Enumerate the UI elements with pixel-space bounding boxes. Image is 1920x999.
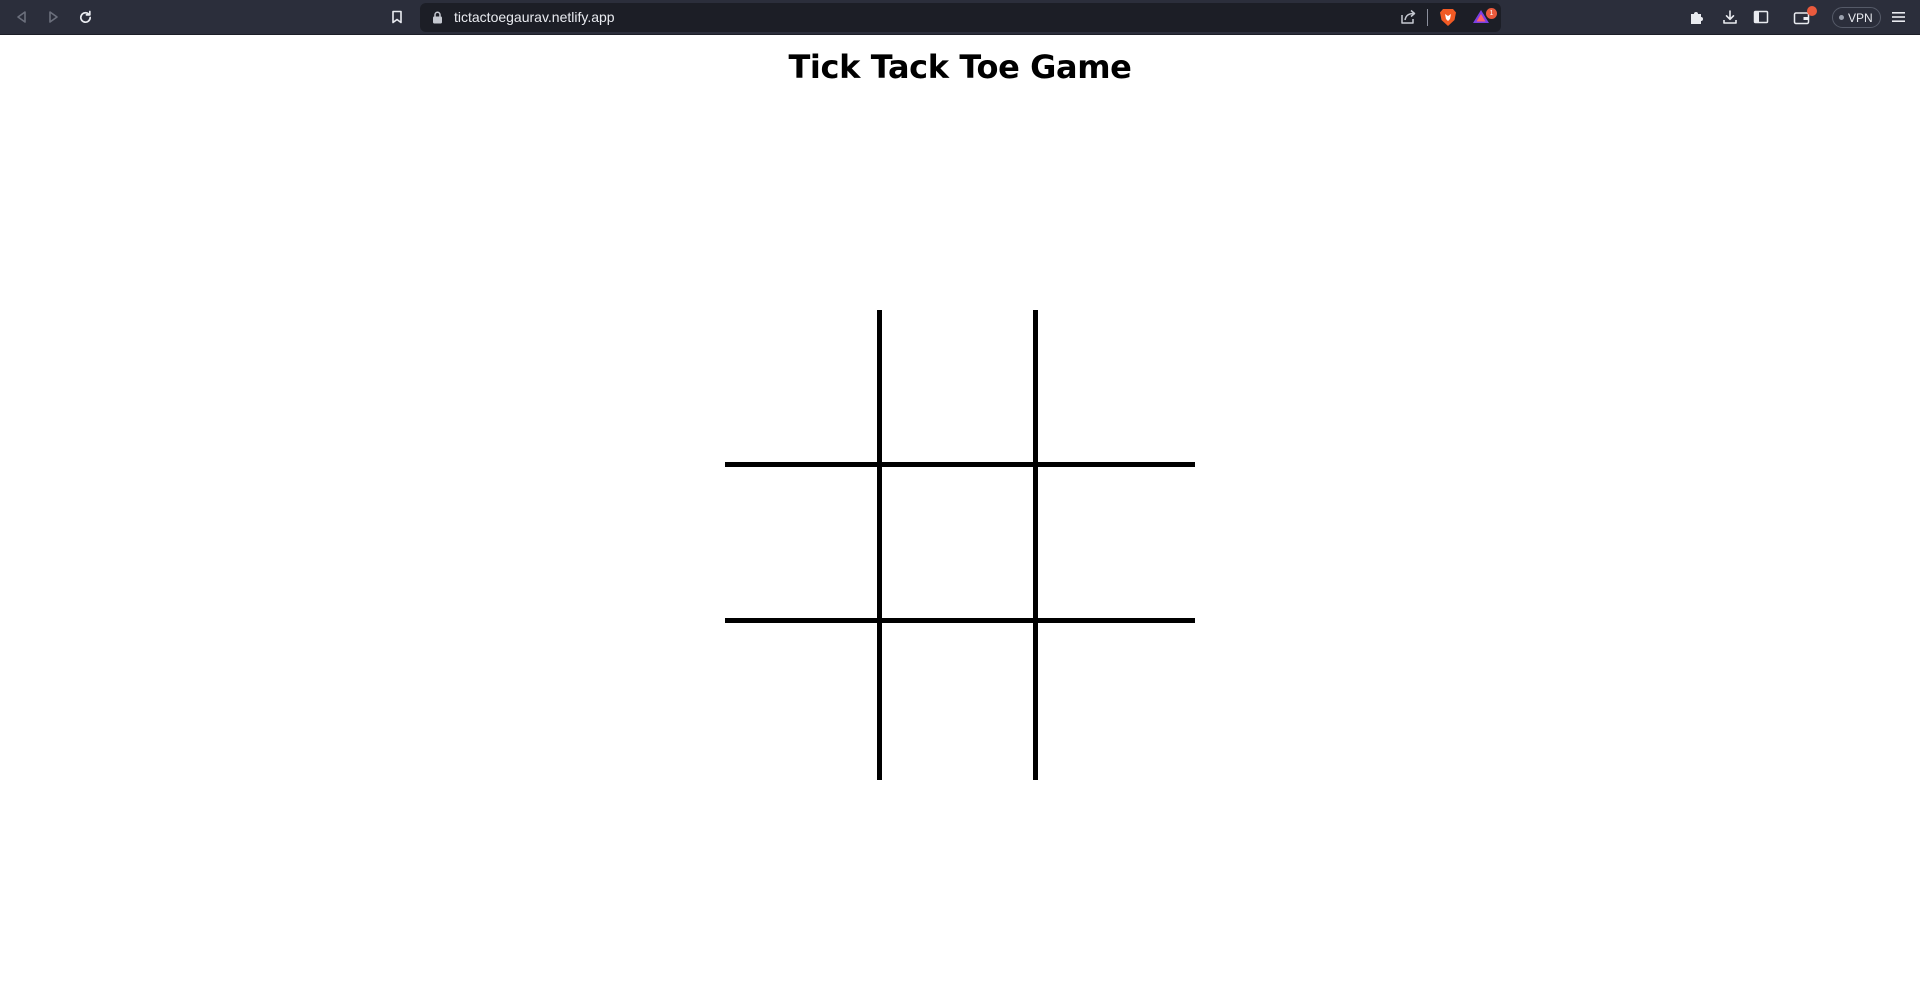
reload-button[interactable] <box>73 5 97 29</box>
board-cell[interactable] <box>1038 467 1195 624</box>
board-cell[interactable] <box>725 310 882 467</box>
reload-icon <box>79 10 91 23</box>
vpn-label: VPN <box>1848 10 1873 25</box>
sidebar-icon <box>1753 10 1769 24</box>
download-icon <box>1723 10 1737 24</box>
main-menu-button[interactable] <box>1886 5 1910 29</box>
lock-icon <box>433 11 442 24</box>
hamburger-menu-icon <box>1891 12 1905 22</box>
page-title: Tick Tack Toe Game <box>788 48 1132 86</box>
vpn-button[interactable]: VPN <box>1832 7 1881 28</box>
board-cell[interactable] <box>725 466 882 624</box>
forward-button[interactable] <box>41 5 65 29</box>
url-text: tictactoegaurav.netlify.app <box>454 9 615 25</box>
forward-arrow-icon <box>49 11 58 23</box>
board-cell[interactable] <box>1038 623 1195 780</box>
browser-toolbar: tictactoegaurav.netlify.app 1 VPN <box>0 0 1920 35</box>
vpn-status-dot <box>1839 15 1844 20</box>
game-board <box>725 310 1195 780</box>
address-bar[interactable]: tictactoegaurav.netlify.app 1 <box>420 3 1501 32</box>
back-arrow-icon <box>17 11 26 23</box>
board-cell[interactable] <box>725 623 882 780</box>
board-cell[interactable] <box>882 623 1039 780</box>
bookmark-icon <box>392 10 402 24</box>
share-icon[interactable] <box>1400 9 1417 25</box>
board-cell[interactable] <box>881 466 1039 624</box>
board-cell[interactable] <box>881 310 1039 467</box>
url-divider <box>1427 9 1428 26</box>
extensions-button[interactable] <box>1685 5 1709 29</box>
sidebar-button[interactable] <box>1749 5 1773 29</box>
puzzle-icon <box>1691 12 1703 24</box>
back-button[interactable] <box>10 5 34 29</box>
downloads-button[interactable] <box>1718 5 1742 29</box>
wallet-notification-dot <box>1807 6 1817 16</box>
board-cell[interactable] <box>1038 310 1195 467</box>
bookmark-button[interactable] <box>385 5 409 29</box>
rewards-badge: 1 <box>1486 8 1497 19</box>
brave-shields-icon[interactable] <box>1439 8 1457 27</box>
